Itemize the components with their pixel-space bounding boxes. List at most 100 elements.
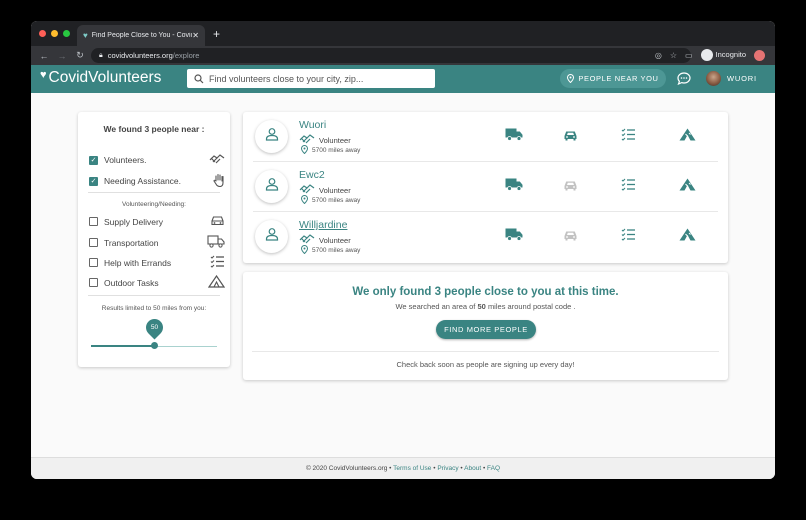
person-name[interactable]: Ewc2 bbox=[299, 169, 325, 181]
filter-outdoor-tasks[interactable]: Outdoor Tasks bbox=[89, 274, 226, 290]
car-solid-icon bbox=[563, 178, 578, 196]
notice-footnote: Check back soon as people are signing up… bbox=[396, 360, 575, 369]
filter-title: We found 3 people near : bbox=[103, 124, 205, 134]
back-icon[interactable]: ← bbox=[39, 51, 49, 61]
person-role-label: Volunteer bbox=[319, 235, 351, 245]
checklist-icon bbox=[621, 228, 636, 246]
filter-transportation[interactable]: Transportation bbox=[89, 235, 225, 250]
checklist-icon bbox=[210, 255, 225, 270]
needs-subheading: Volunteering/Needing: bbox=[122, 201, 186, 208]
incognito-indicator[interactable]: Incognito bbox=[700, 49, 746, 61]
footer-link-about[interactable]: About bbox=[464, 465, 481, 472]
browser-window: ♥ Find People Close to You - CovidVolunt… bbox=[31, 21, 775, 479]
filter-volunteers[interactable]: ✓ Volunteers. bbox=[89, 153, 225, 167]
checklist-icon bbox=[621, 128, 636, 146]
url-domain: covidvolunteers.org bbox=[107, 51, 173, 60]
results-notice: We only found 3 people close to you at t… bbox=[243, 272, 728, 380]
truck-solid-icon bbox=[505, 228, 523, 246]
person-role-label: Volunteer bbox=[319, 135, 351, 145]
location-pin-icon bbox=[300, 244, 309, 256]
footer-link-faq[interactable]: FAQ bbox=[487, 465, 500, 472]
user-menu[interactable]: WUORI bbox=[706, 69, 757, 88]
find-more-people-button[interactable]: FIND MORE PEOPLE bbox=[436, 320, 536, 339]
tent-icon bbox=[207, 274, 226, 290]
checklist-icon bbox=[621, 178, 636, 196]
search-box[interactable] bbox=[187, 69, 435, 88]
truck-solid-icon bbox=[505, 178, 523, 196]
close-window-button[interactable] bbox=[39, 30, 46, 37]
search-input[interactable] bbox=[209, 73, 429, 84]
site-logo[interactable]: ♥ CovidVolunteers bbox=[40, 69, 161, 87]
handshake-icon bbox=[209, 153, 225, 167]
person-distance-label: 5700 miles away bbox=[312, 197, 361, 204]
app-header: ♥ CovidVolunteers PEOPLE NEAR YOU WUORI bbox=[31, 65, 775, 93]
person-row[interactable]: Ewc2 Volunteer 5700 miles away bbox=[243, 162, 728, 212]
tab-title: Find People Close to You - CovidVoluntee… bbox=[91, 32, 193, 39]
divider bbox=[88, 192, 220, 193]
footer-link-privacy[interactable]: Privacy bbox=[437, 465, 458, 472]
reload-icon[interactable]: ↻ bbox=[75, 50, 85, 61]
divider bbox=[252, 351, 719, 352]
location-pin-icon bbox=[567, 74, 575, 83]
footer-copyright: © 2020 CovidVolunteers.org • bbox=[305, 465, 392, 472]
notice-radius: 50 bbox=[477, 302, 486, 311]
person-name[interactable]: Wuori bbox=[299, 119, 326, 131]
radius-slider-thumb[interactable] bbox=[150, 342, 158, 349]
person-distance: 5700 miles away bbox=[300, 144, 360, 156]
browser-toolbar: ← → ↻ 🔒︎ covidvolunteers.org/explore ◎ ☆… bbox=[31, 46, 775, 65]
filter-panel: We found 3 people near : ✓ Volunteers. ✓ N… bbox=[78, 112, 230, 367]
location-pin-icon bbox=[300, 194, 309, 206]
browser-tab[interactable]: ♥ Find People Close to You - CovidVolunt… bbox=[77, 25, 205, 46]
person-avatar[interactable] bbox=[255, 120, 288, 153]
url-path: /explore bbox=[172, 51, 200, 60]
checkbox[interactable]: ✓ bbox=[89, 155, 98, 165]
incognito-label: Incognito bbox=[715, 49, 746, 59]
person-row[interactable]: Willjardine Volunteer 5700 miles away bbox=[243, 212, 728, 262]
people-list: Wuori Volunteer 5700 miles away Ewc2 Volunte… bbox=[243, 112, 728, 263]
filter-needing-assistance[interactable]: ✓ Needing Assistance. bbox=[89, 173, 225, 189]
filter-label: Transportation bbox=[104, 237, 159, 248]
chat-icon[interactable] bbox=[677, 72, 691, 85]
browser-actions: ◎ ☆ ▭ Incognito bbox=[655, 49, 765, 61]
checkbox[interactable] bbox=[89, 238, 98, 247]
forward-icon[interactable]: → bbox=[57, 51, 67, 61]
notice-sub-prefix: We searched an area of bbox=[395, 302, 476, 311]
bookmark-star-icon[interactable]: ☆ bbox=[670, 51, 677, 60]
filter-label: Help with Errands bbox=[104, 257, 172, 268]
user-avatar bbox=[706, 71, 721, 86]
truck-solid-icon bbox=[505, 128, 523, 146]
person-name[interactable]: Willjardine bbox=[299, 219, 347, 231]
lock-icon: 🔒︎ bbox=[99, 51, 103, 59]
new-tab-icon[interactable]: + bbox=[213, 27, 220, 41]
person-avatar[interactable] bbox=[255, 220, 288, 253]
user-icon bbox=[265, 127, 279, 146]
minimize-window-button[interactable] bbox=[51, 30, 58, 37]
extension-icon[interactable] bbox=[754, 49, 765, 61]
filter-supply-delivery[interactable]: Supply Delivery bbox=[89, 215, 225, 228]
checkbox[interactable] bbox=[89, 258, 98, 267]
checkbox[interactable]: ✓ bbox=[89, 176, 98, 186]
footer-link-terms[interactable]: Terms of Use bbox=[393, 465, 431, 472]
filter-help-with-errands[interactable]: Help with Errands bbox=[89, 255, 225, 270]
car-solid-icon bbox=[563, 128, 578, 146]
person-avatar[interactable] bbox=[255, 170, 288, 203]
browser-tab-bar: ♥ Find People Close to You - CovidVolunt… bbox=[31, 21, 775, 46]
checkbox[interactable] bbox=[89, 278, 98, 287]
person-row[interactable]: Wuori Volunteer 5700 miles away bbox=[243, 112, 728, 162]
window-controls bbox=[39, 30, 70, 37]
filter-label: Supply Delivery bbox=[104, 216, 164, 227]
car-icon bbox=[210, 215, 225, 228]
radius-value: 50 bbox=[150, 324, 158, 331]
heart-icon: ♥ bbox=[40, 69, 47, 81]
address-bar[interactable]: 🔒︎ covidvolunteers.org/explore bbox=[91, 48, 691, 63]
site-footer: © 2020 CovidVolunteers.org • Terms of Us… bbox=[31, 457, 775, 479]
filter-label: Needing Assistance. bbox=[104, 176, 182, 186]
tab-close-icon[interactable]: ✕ bbox=[192, 31, 199, 40]
logo-text: CovidVolunteers bbox=[48, 69, 162, 86]
maximize-window-button[interactable] bbox=[63, 30, 70, 37]
car-solid-icon bbox=[563, 228, 578, 246]
checkbox[interactable] bbox=[89, 217, 98, 226]
people-near-you-button[interactable]: PEOPLE NEAR YOU bbox=[560, 69, 666, 88]
location-target-icon[interactable]: ◎ bbox=[655, 51, 662, 60]
cast-icon[interactable]: ▭ bbox=[685, 51, 693, 60]
